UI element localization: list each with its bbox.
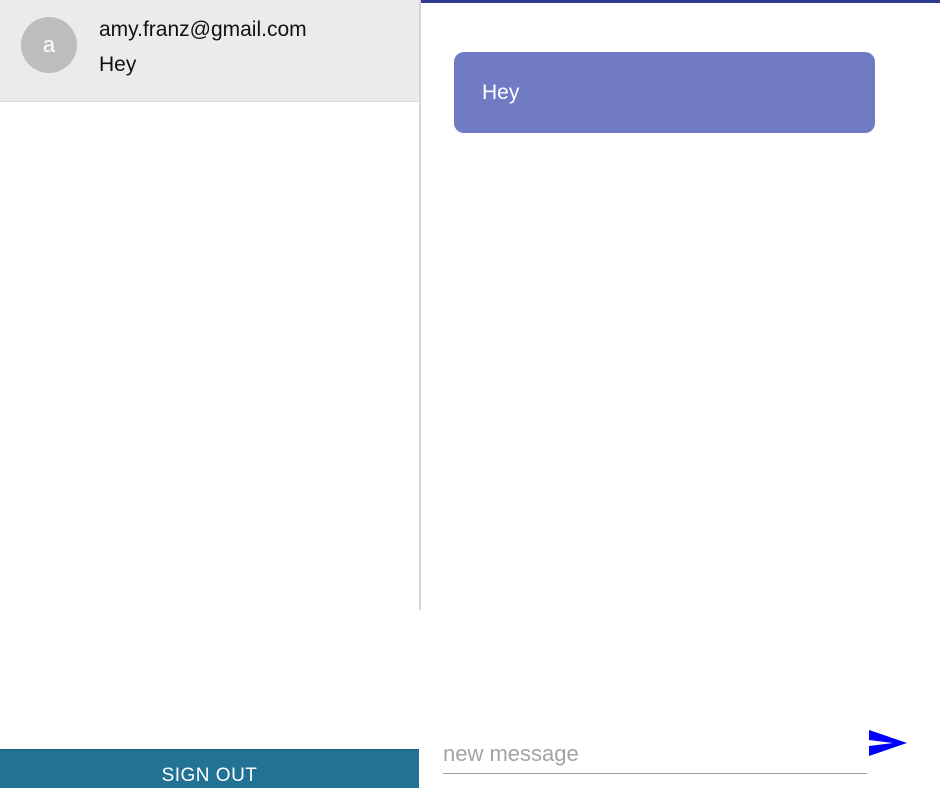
chat-last-message: Hey [99,53,137,76]
header-accent-bar [421,0,940,3]
message-bubble: Hey [454,52,875,133]
chat-app: a amy.franz@gmail.com Hey SIGN OUT Hey [0,0,940,788]
new-message-input[interactable] [443,734,867,774]
chat-list-item[interactable]: a amy.franz@gmail.com Hey [0,0,419,102]
send-button[interactable] [865,724,913,764]
chat-contact-email: amy.franz@gmail.com [99,18,307,41]
chat-list-sidebar: a amy.franz@gmail.com Hey SIGN OUT [0,0,419,788]
send-icon [869,730,907,756]
avatar: a [21,17,77,73]
conversation-panel: Hey [421,0,940,788]
sign-out-button[interactable]: SIGN OUT [0,749,419,788]
